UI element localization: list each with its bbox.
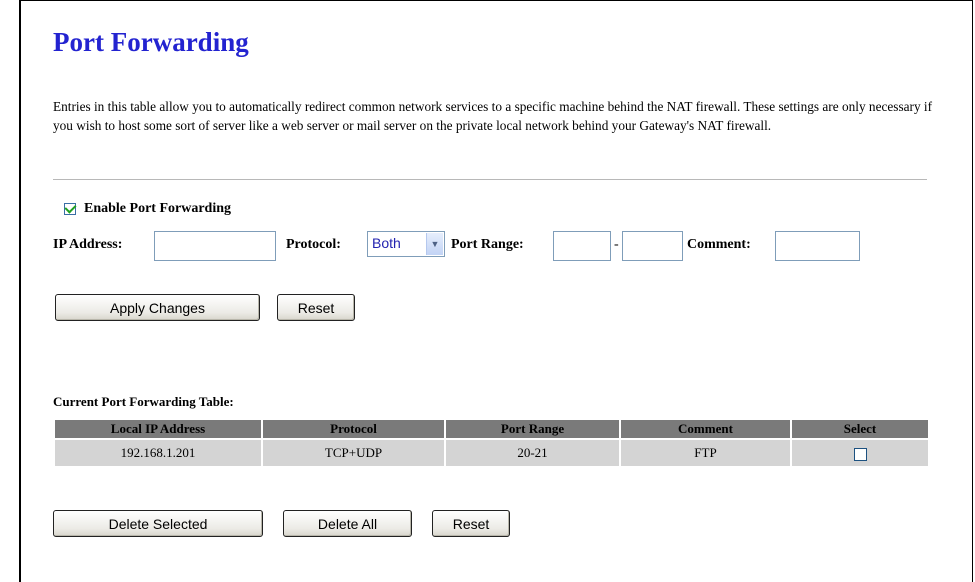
apply-changes-button[interactable]: Apply Changes [55, 294, 260, 321]
row-select-checkbox[interactable] [853, 447, 867, 461]
chevron-down-icon[interactable]: ▼ [426, 233, 443, 255]
cell-comment: FTP [621, 440, 790, 466]
column-header: Select [792, 420, 928, 438]
delete-all-button[interactable]: Delete All [283, 510, 412, 537]
column-header: Protocol [263, 420, 444, 438]
cell-port-range: 20-21 [446, 440, 619, 466]
divider [53, 179, 927, 180]
content-frame [19, 0, 973, 582]
comment-input[interactable] [775, 231, 860, 261]
delete-selected-button[interactable]: Delete Selected [53, 510, 263, 537]
cell-local-ip: 192.168.1.201 [55, 440, 261, 466]
ip-address-label: IP Address: [53, 237, 123, 252]
enable-port-forwarding-row: Enable Port Forwarding [64, 201, 231, 217]
cell-select [792, 440, 928, 466]
column-header: Local IP Address [55, 420, 261, 438]
protocol-select[interactable]: Both ▼ [367, 231, 445, 257]
column-header: Comment [621, 420, 790, 438]
enable-port-forwarding-checkbox[interactable] [64, 203, 76, 215]
port-forwarding-table: Local IP Address Protocol Port Range Com… [53, 418, 930, 468]
page-description: Entries in this table allow you to autom… [53, 99, 933, 133]
table-row: 192.168.1.201 TCP+UDP 20-21 FTP [55, 440, 928, 466]
protocol-select-value: Both [372, 235, 401, 251]
cell-protocol: TCP+UDP [263, 440, 444, 466]
table-caption: Current Port Forwarding Table: [53, 394, 234, 409]
port-range-from-input[interactable] [553, 231, 611, 261]
comment-label: Comment: [687, 237, 751, 252]
port-range-to-input[interactable] [622, 231, 683, 261]
reset-form-button[interactable]: Reset [277, 294, 355, 321]
column-header: Port Range [446, 420, 619, 438]
port-range-label: Port Range: [451, 237, 524, 252]
page-title: Port Forwarding [53, 27, 249, 57]
enable-port-forwarding-label: Enable Port Forwarding [84, 201, 231, 216]
port-range-separator: - [614, 237, 619, 252]
reset-table-button[interactable]: Reset [432, 510, 510, 537]
table-header-row: Local IP Address Protocol Port Range Com… [55, 420, 928, 438]
protocol-label: Protocol: [286, 237, 341, 252]
ip-address-input[interactable] [154, 231, 276, 261]
